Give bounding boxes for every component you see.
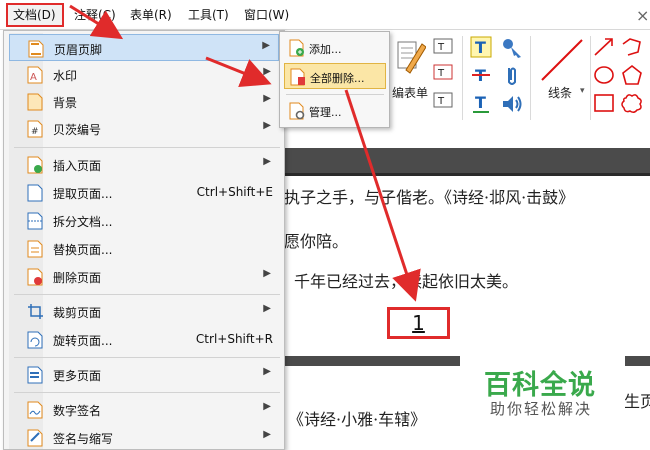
arrow-annotation-3: [344, 89, 421, 302]
app-window: 文档(D) 注释(C) 表单(R) 工具(T) 窗口(W) × 编表单 T T …: [0, 0, 650, 450]
arrow-annotation-2: [205, 56, 272, 88]
annotation-arrows: [69, 4, 421, 302]
arrow-annotation-1: [69, 4, 124, 40]
